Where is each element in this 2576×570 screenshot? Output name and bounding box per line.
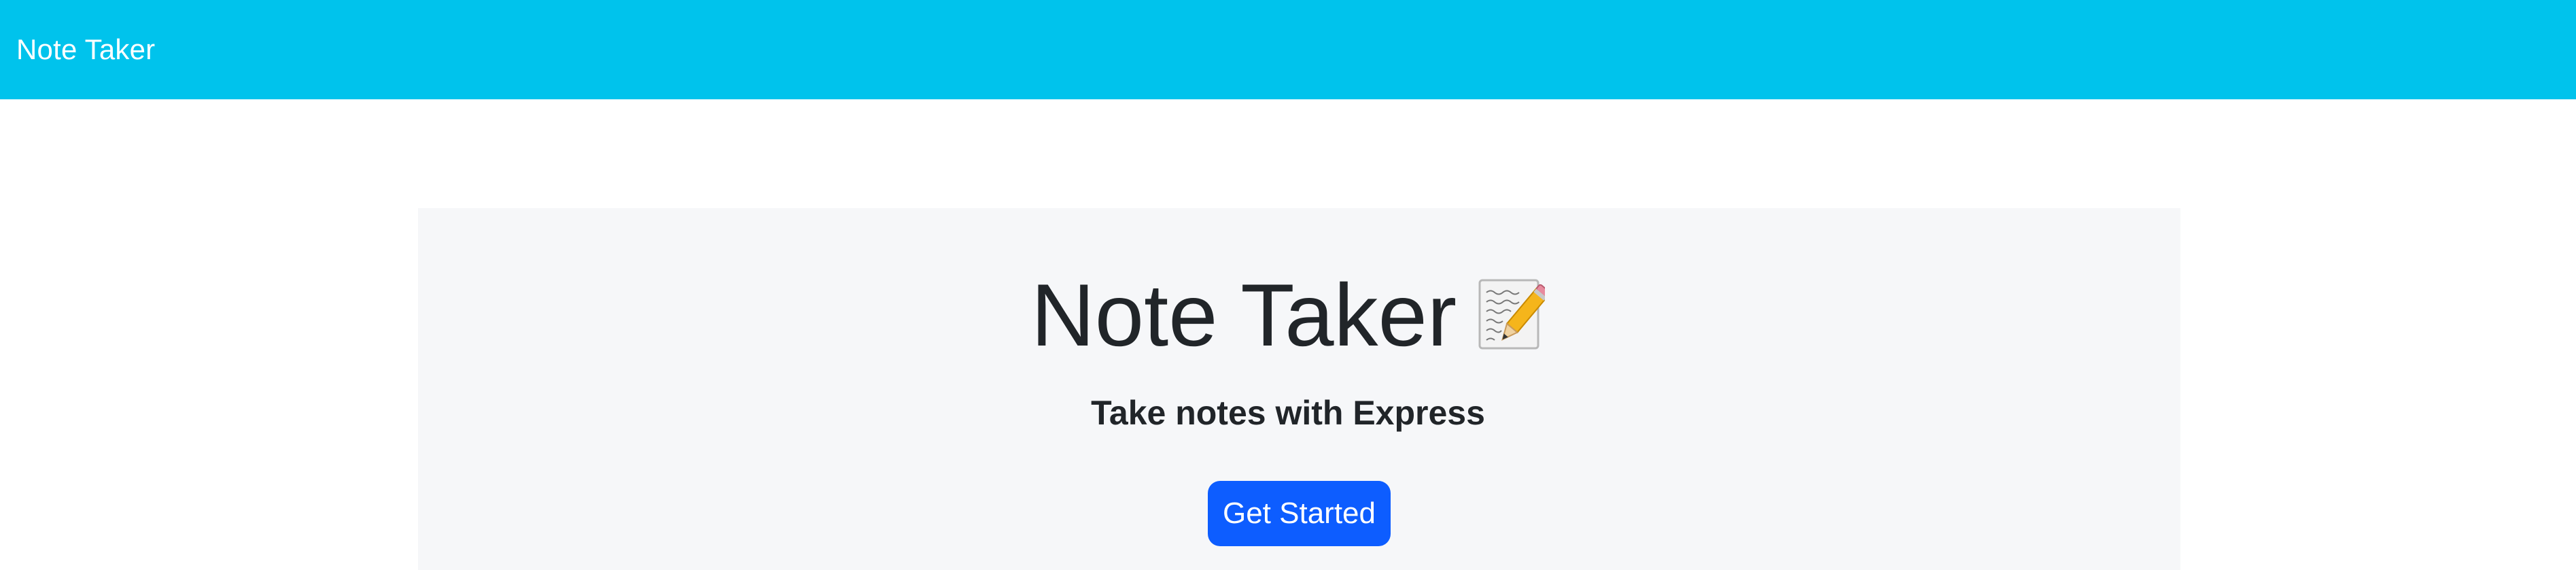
hero-title-row: Note Taker bbox=[0, 271, 2576, 359]
hero-subtitle: Take notes with Express bbox=[1091, 394, 1485, 432]
memo-icon bbox=[1477, 278, 1551, 352]
navbar: Note Taker bbox=[0, 0, 2576, 99]
hero-title: Note Taker bbox=[1030, 265, 1457, 365]
get-started-button[interactable]: Get Started bbox=[1208, 481, 1391, 546]
navbar-brand[interactable]: Note Taker bbox=[16, 33, 155, 66]
